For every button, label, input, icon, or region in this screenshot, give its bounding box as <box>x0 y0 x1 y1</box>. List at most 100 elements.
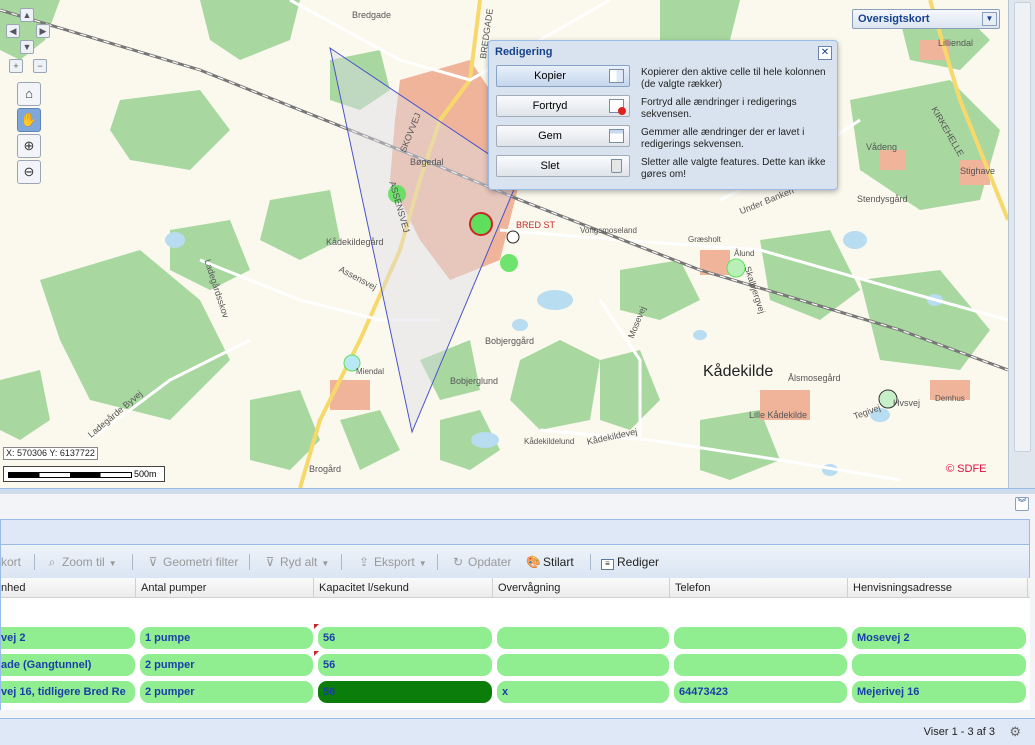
clear-filter-icon: ⊽ <box>265 555 275 569</box>
zoom-in-icon[interactable]: ⊕ <box>17 134 41 158</box>
zoom-to-label: Zoom til <box>62 555 105 569</box>
undo-table-icon <box>609 99 626 115</box>
label-bobjerggard: Bobjerggård <box>485 336 535 346</box>
zoom-out-icon[interactable]: ⊖ <box>17 160 41 184</box>
undo-button-label: Fortryd <box>532 100 568 112</box>
export-button[interactable]: ⇪ Eksport ▼ <box>357 551 427 573</box>
table-cell[interactable] <box>497 654 669 676</box>
copy-button[interactable]: Kopier <box>496 65 630 87</box>
column-header[interactable]: Antal pumper <box>136 578 314 598</box>
table-cell[interactable]: ade (Gangtunnel) <box>1 654 135 676</box>
refresh-icon: ↻ <box>452 555 464 569</box>
label-alsmosegard: Ålsmosegård <box>788 373 841 383</box>
edit-popup: Redigering ✕ Kopier Kopierer den aktive … <box>488 40 838 190</box>
copy-description: Kopierer den aktive celle til hele kolon… <box>641 67 826 90</box>
column-header[interactable]: nhed <box>1 578 136 598</box>
table-cell[interactable]: Mosevej 2 <box>852 627 1026 649</box>
active-table-cell[interactable]: 56 <box>318 681 492 703</box>
pan-right-button[interactable]: ▶ <box>36 24 50 38</box>
copy-button-label: Kopier <box>534 70 566 82</box>
table-cell[interactable]: x <box>497 681 669 703</box>
column-header[interactable]: Henvisningsadresse <box>848 578 1028 598</box>
table-cell[interactable] <box>852 654 1026 676</box>
geometry-filter-label: Geometri filter <box>163 555 239 569</box>
overview-map-dropdown[interactable]: Oversigtskort ▼ <box>852 9 1000 29</box>
table-cell[interactable] <box>674 654 847 676</box>
column-header[interactable]: Telefon <box>670 578 848 598</box>
grid-header: nhed Antal pumper Kapacitet l/sekund Ove… <box>0 578 1030 598</box>
dirty-cell-marker <box>314 651 319 656</box>
export-icon: ⇪ <box>358 555 370 569</box>
delete-description: Sletter alle valgte features. Dette kan … <box>641 157 826 180</box>
map-scrollbar[interactable] <box>1008 0 1035 488</box>
table-cell[interactable]: 2 pumper <box>140 654 313 676</box>
table-cell[interactable] <box>497 627 669 649</box>
dirty-cell-marker <box>314 624 319 629</box>
table-cell[interactable]: 64473423 <box>674 681 847 703</box>
collapse-panel-icon[interactable]: ︾ <box>1015 497 1029 511</box>
zoom-to-button[interactable]: ⌕ Zoom til ▼ <box>45 551 117 573</box>
home-icon[interactable]: ⌂ <box>17 82 41 106</box>
export-label: Eksport <box>374 555 415 569</box>
pan-down-button[interactable]: ▼ <box>20 40 34 54</box>
undo-button[interactable]: Fortryd <box>496 95 630 117</box>
pan-hand-icon[interactable]: ✋ <box>17 108 41 132</box>
label-alund: Ålund <box>734 249 755 258</box>
popup-title: Redigering <box>495 46 553 58</box>
undo-description: Fortryd alle ændringer i redigerings sek… <box>641 97 797 120</box>
map-view[interactable]: Bredgade BREDGADE Lilliendal SKOVVEJ Bøg… <box>0 0 1008 488</box>
pan-left-button[interactable]: ◀ <box>6 24 20 38</box>
edit-button[interactable]: ≡ Rediger <box>601 551 659 573</box>
zoom-in-small-button[interactable]: + <box>9 59 23 73</box>
scale-label: 500m <box>134 469 157 479</box>
gear-icon[interactable]: ⚙ <box>1009 724 1021 740</box>
grid-body: vej 2 1 pumpe 56 Mosevej 2 ade (Gangtunn… <box>0 598 1030 710</box>
label-stendysgard: Stendysgård <box>857 194 908 204</box>
style-button[interactable]: 🎨 Stilart <box>526 551 574 573</box>
table-cell[interactable]: vej 2 <box>1 627 135 649</box>
close-icon[interactable]: ✕ <box>818 46 832 60</box>
label-lille-kadekilde: Lille Kådekilde <box>749 410 808 420</box>
zoom-out-small-button[interactable]: − <box>33 59 47 73</box>
kort-label: kort <box>1 555 22 569</box>
refresh-label: Opdater <box>468 555 512 569</box>
label-bred-st: BRED ST <box>516 220 556 230</box>
edit-label: Rediger <box>617 555 660 569</box>
table-cell[interactable]: 1 pumpe <box>140 627 313 649</box>
column-header[interactable]: Kapacitet l/sekund <box>314 578 493 598</box>
chevron-down-icon[interactable]: ▼ <box>982 12 997 26</box>
palette-icon: 🎨 <box>526 555 541 569</box>
pan-up-button[interactable]: ▲ <box>20 8 34 22</box>
label-bredgade: Bredgade <box>352 10 392 20</box>
copy-column-icon <box>609 69 624 83</box>
kort-button[interactable]: kort <box>1 551 21 573</box>
label-vongsmoseland: Vongsmoseland <box>580 226 637 235</box>
label-vadeng: Vådeng <box>866 142 898 152</box>
label-bobjerglund: Bobjerglund <box>450 376 499 386</box>
clear-all-button[interactable]: ⊽ Ryd alt ▼ <box>263 551 330 573</box>
save-button-label: Gem <box>538 130 562 142</box>
save-button[interactable]: Gem <box>496 125 630 147</box>
delete-button[interactable]: Slet <box>496 155 630 177</box>
label-kadekilde: Kådekilde <box>703 363 774 380</box>
copyright-label: © SDFE <box>946 463 987 475</box>
save-table-icon <box>609 129 624 143</box>
column-header[interactable]: Overvågning <box>493 578 670 598</box>
table-cell[interactable]: 2 pumper <box>140 681 313 703</box>
geometry-filter-button[interactable]: ⊽ Geometri filter <box>146 551 239 573</box>
table-cell[interactable]: 56 <box>318 627 492 649</box>
clear-all-label: Ryd alt <box>280 555 318 569</box>
table-cell[interactable]: Mejerivej 16 <box>852 681 1026 703</box>
table-cell[interactable]: vej 16, tidligere Bred Re <box>1 681 135 703</box>
overview-map-label: Oversigtskort <box>858 13 930 25</box>
zoom-to-icon: ⌕ <box>48 555 56 569</box>
trash-icon <box>611 159 622 173</box>
label-bogedal: Bøgedal <box>410 157 444 167</box>
table-cell[interactable]: 56 <box>318 654 492 676</box>
table-cell[interactable] <box>674 627 847 649</box>
refresh-button[interactable]: ↻ Opdater <box>451 551 511 573</box>
panel-splitter[interactable] <box>0 488 1035 494</box>
label-lilliendal: Lilliendal <box>938 38 974 48</box>
delete-button-label: Slet <box>540 160 560 172</box>
panel-tabstrip <box>0 519 1030 545</box>
